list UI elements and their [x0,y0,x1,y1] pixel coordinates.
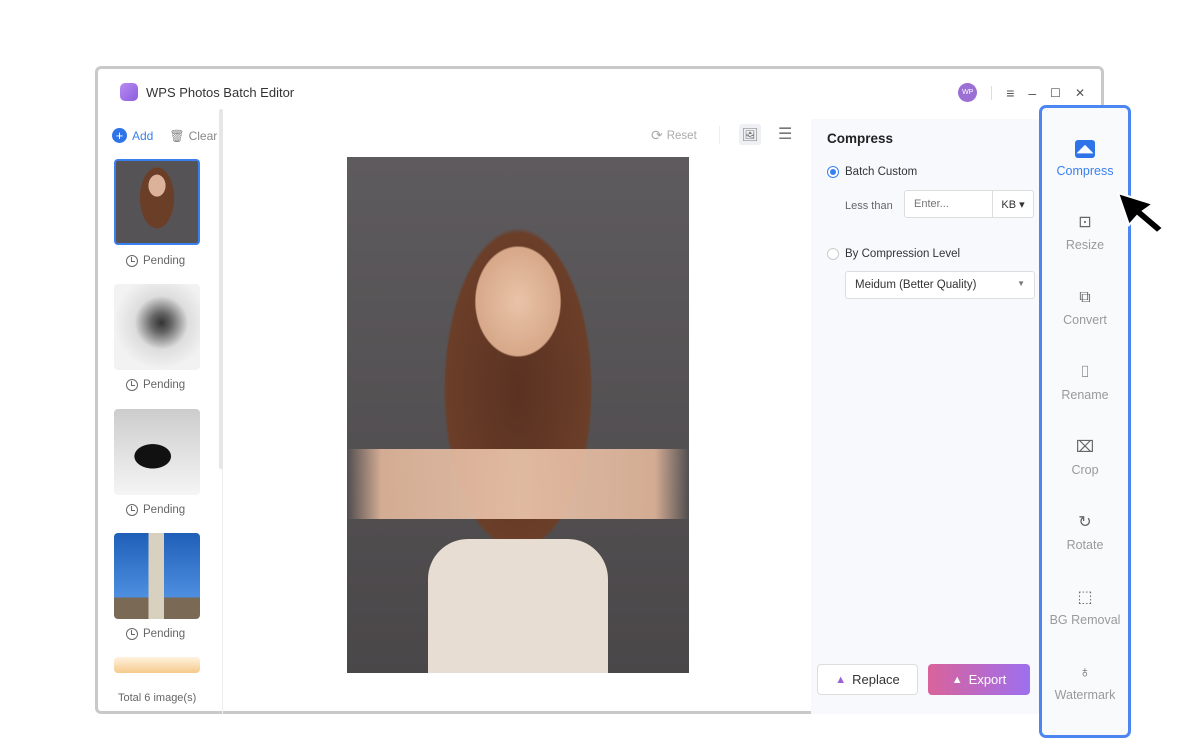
window-controls: WP ≡ – ☐ ✕ [958,83,1085,102]
clear-button[interactable]: 🗑 Clear [169,128,217,143]
rotate-icon: ↻ [1078,514,1092,531]
thumbnail-4[interactable] [114,533,200,619]
close-icon[interactable]: ✕ [1075,86,1085,100]
sidebar-item-rename[interactable]: ⌷ Rename [1042,364,1128,402]
total-count: Total 6 image(s) [118,692,197,704]
clock-icon [126,379,138,391]
radio-icon [827,166,839,178]
add-label: Add [132,128,154,143]
size-input[interactable] [905,191,992,217]
minimize-icon[interactable]: – [1028,85,1036,101]
watermark-icon: ♁ [1079,664,1091,681]
plus-icon: + [112,128,127,143]
menu-icon[interactable]: ≡ [1006,85,1014,101]
convert-icon: ⧉ [1079,289,1091,306]
avatar[interactable]: WP [958,83,978,102]
clock-icon [126,628,138,640]
thumbnail-5[interactable] [114,657,200,673]
sidebar-item-rotate[interactable]: ↻ Rotate [1042,514,1128,552]
image-icon: ▲ [835,673,847,686]
image-view-icon[interactable]: 🖼 [739,124,761,145]
app-title: WPS Photos Batch Editor [146,84,295,100]
maximize-icon[interactable]: ☐ [1050,86,1061,100]
size-input-group: KB ▾ [904,190,1034,218]
clock-icon [126,255,138,267]
less-than-label: Less than [845,200,893,212]
sidebar-item-crop[interactable]: ⌧ Crop [1042,439,1128,477]
rename-icon: ⌷ [1080,364,1090,381]
image-icon: ▲ [951,673,963,686]
clock-icon [126,504,138,516]
preview-image-detail [347,449,689,519]
compression-level-select[interactable]: Meidum (Better Quality) ▼ [845,271,1035,299]
unit-select[interactable]: KB ▾ [992,191,1033,217]
compression-level-radio[interactable]: By Compression Level [827,248,960,260]
status-pending: Pending [126,255,185,267]
radio-icon [827,248,839,260]
compress-icon: ◢◣ [1075,140,1095,158]
app-logo-icon [120,83,138,101]
reset-icon: ⟳ [651,127,663,143]
sidebar-item-compress[interactable]: ◢◣ Compress [1042,140,1128,178]
sidebar-item-watermark[interactable]: ♁ Watermark [1042,664,1128,702]
reset-button[interactable]: ⟳ Reset [651,127,697,144]
divider [991,85,993,100]
thumbnail-2[interactable] [114,284,200,370]
sidebar-item-convert[interactable]: ⧉ Convert [1042,289,1128,327]
preview-image-detail [428,539,608,673]
scrollbar[interactable] [219,109,223,469]
mouse-cursor-icon [1116,191,1165,235]
status-pending: Pending [126,628,185,640]
trash-icon: 🗑 [169,128,185,143]
list-view-icon[interactable]: ☰ [778,124,792,144]
bg-removal-icon: ⬚ [1077,589,1093,606]
chevron-down-icon: ▼ [1017,279,1025,288]
status-pending: Pending [126,379,185,391]
thumbnail-1[interactable] [114,159,200,245]
divider [719,126,720,144]
app-window: WPS Photos Batch Editor WP ≡ – ☐ ✕ + Add … [95,66,1104,714]
title-bar: WPS Photos Batch Editor [120,83,294,101]
status-pending: Pending [126,504,185,516]
replace-button[interactable]: ▲ Replace [817,664,918,695]
crop-icon: ⌧ [1075,439,1095,456]
image-list-panel: + Add 🗑 Clear Pending Pending Pending Pend… [98,119,223,714]
add-button[interactable]: + Add [112,128,153,143]
panel-title: Compress [827,131,894,146]
compress-settings-panel: Compress Batch Custom Less than KB ▾ By … [811,119,1041,714]
sidebar-item-bg-removal[interactable]: ⬚ BG Removal [1042,589,1128,627]
resize-icon: ⊡ [1078,214,1092,231]
batch-custom-radio[interactable]: Batch Custom [827,166,917,178]
thumbnail-3[interactable] [114,409,200,495]
clear-label: Clear [188,128,218,143]
export-button[interactable]: ▲ Export [928,664,1030,695]
